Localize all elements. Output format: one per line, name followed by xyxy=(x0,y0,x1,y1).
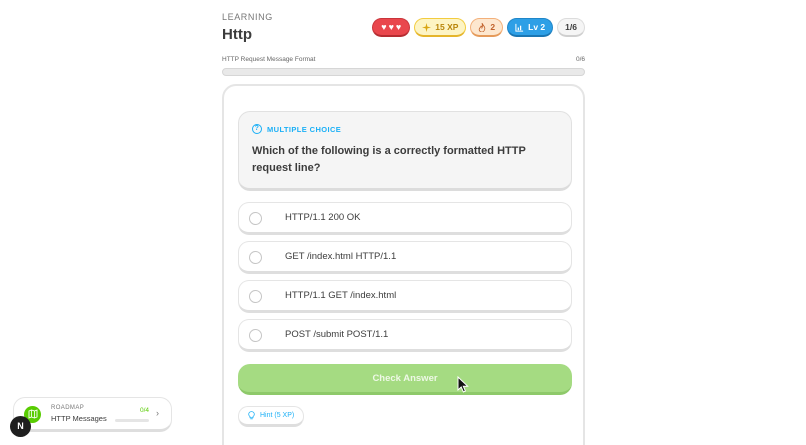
question-card: ? MULTIPLE CHOICE Which of the following… xyxy=(222,84,585,445)
lesson-progress-bar xyxy=(222,68,585,76)
sparkle-icon xyxy=(422,22,432,32)
question-box: ? MULTIPLE CHOICE Which of the following… xyxy=(238,111,572,191)
question-progress-badge: 1/6 xyxy=(557,18,585,37)
hearts-badge: ♥ ♥ ♥ xyxy=(372,18,411,37)
answer-option-2[interactable]: GET /index.html HTTP/1.1 xyxy=(238,241,572,274)
roadmap-progress-bar xyxy=(115,419,149,422)
streak-value: 2 xyxy=(490,22,496,32)
level-badge: Lv 2 xyxy=(507,18,554,37)
radio-button[interactable] xyxy=(249,212,262,225)
level-value: Lv 2 xyxy=(528,22,546,32)
heart-icon: ♥ xyxy=(395,21,402,32)
answer-option-4[interactable]: POST /submit POST/1.1 xyxy=(238,319,572,352)
question-type-label: MULTIPLE CHOICE xyxy=(267,124,342,134)
lesson-header: LEARNING Http ♥ ♥ ♥ 15 XP 2 Lv 2 1/6 xyxy=(222,11,585,45)
section-eyebrow: LEARNING xyxy=(222,12,273,22)
question-progress-value: 1/6 xyxy=(565,22,577,32)
lightbulb-icon xyxy=(248,411,255,420)
page-title: Http xyxy=(222,26,252,43)
answer-option-label: GET /index.html HTTP/1.1 xyxy=(285,251,397,262)
radio-button[interactable] xyxy=(249,251,262,264)
mouse-cursor-icon xyxy=(457,376,469,393)
question-type: ? MULTIPLE CHOICE xyxy=(252,124,341,134)
roadmap-eyebrow: ROADMAP xyxy=(51,405,85,411)
app-logo[interactable]: N xyxy=(10,416,31,437)
lesson-progress-label: HTTP Request Message Format xyxy=(222,56,316,63)
roadmap-title: HTTP Messages xyxy=(51,414,107,423)
lesson-progress-count: 0/6 xyxy=(575,56,585,63)
check-answer-button[interactable]: Check Answer xyxy=(238,364,572,395)
hint-button[interactable]: Hint (5 XP) xyxy=(238,406,305,427)
hint-label: Hint (5 XP) xyxy=(260,412,295,419)
chevron-right-icon: › xyxy=(156,408,159,418)
question-icon: ? xyxy=(252,124,262,134)
answer-option-label: POST /submit POST/1.1 xyxy=(285,329,389,340)
xp-value: 15 XP xyxy=(435,22,459,32)
xp-badge: 15 XP xyxy=(414,18,467,37)
answer-option-label: HTTP/1.1 GET /index.html xyxy=(285,290,397,301)
chart-icon xyxy=(515,23,524,32)
lesson-progress: HTTP Request Message Format 0/6 xyxy=(222,56,585,76)
roadmap-count: 0/4 xyxy=(140,407,150,414)
status-badges: ♥ ♥ ♥ 15 XP 2 Lv 2 1/6 xyxy=(372,18,585,37)
answer-option-3[interactable]: HTTP/1.1 GET /index.html xyxy=(238,280,572,313)
answer-option-label: HTTP/1.1 200 OK xyxy=(285,212,361,223)
streak-badge: 2 xyxy=(470,18,504,37)
question-text: Which of the following is a correctly fo… xyxy=(252,145,526,174)
radio-button[interactable] xyxy=(249,329,262,342)
flame-icon xyxy=(479,22,486,32)
roadmap-widget[interactable]: ROADMAP HTTP Messages 0/4 › xyxy=(13,397,172,432)
radio-button[interactable] xyxy=(249,290,262,303)
answer-option-1[interactable]: HTTP/1.1 200 OK xyxy=(238,202,572,235)
heart-icon: ♥ xyxy=(388,21,394,32)
heart-icon: ♥ xyxy=(381,21,387,32)
